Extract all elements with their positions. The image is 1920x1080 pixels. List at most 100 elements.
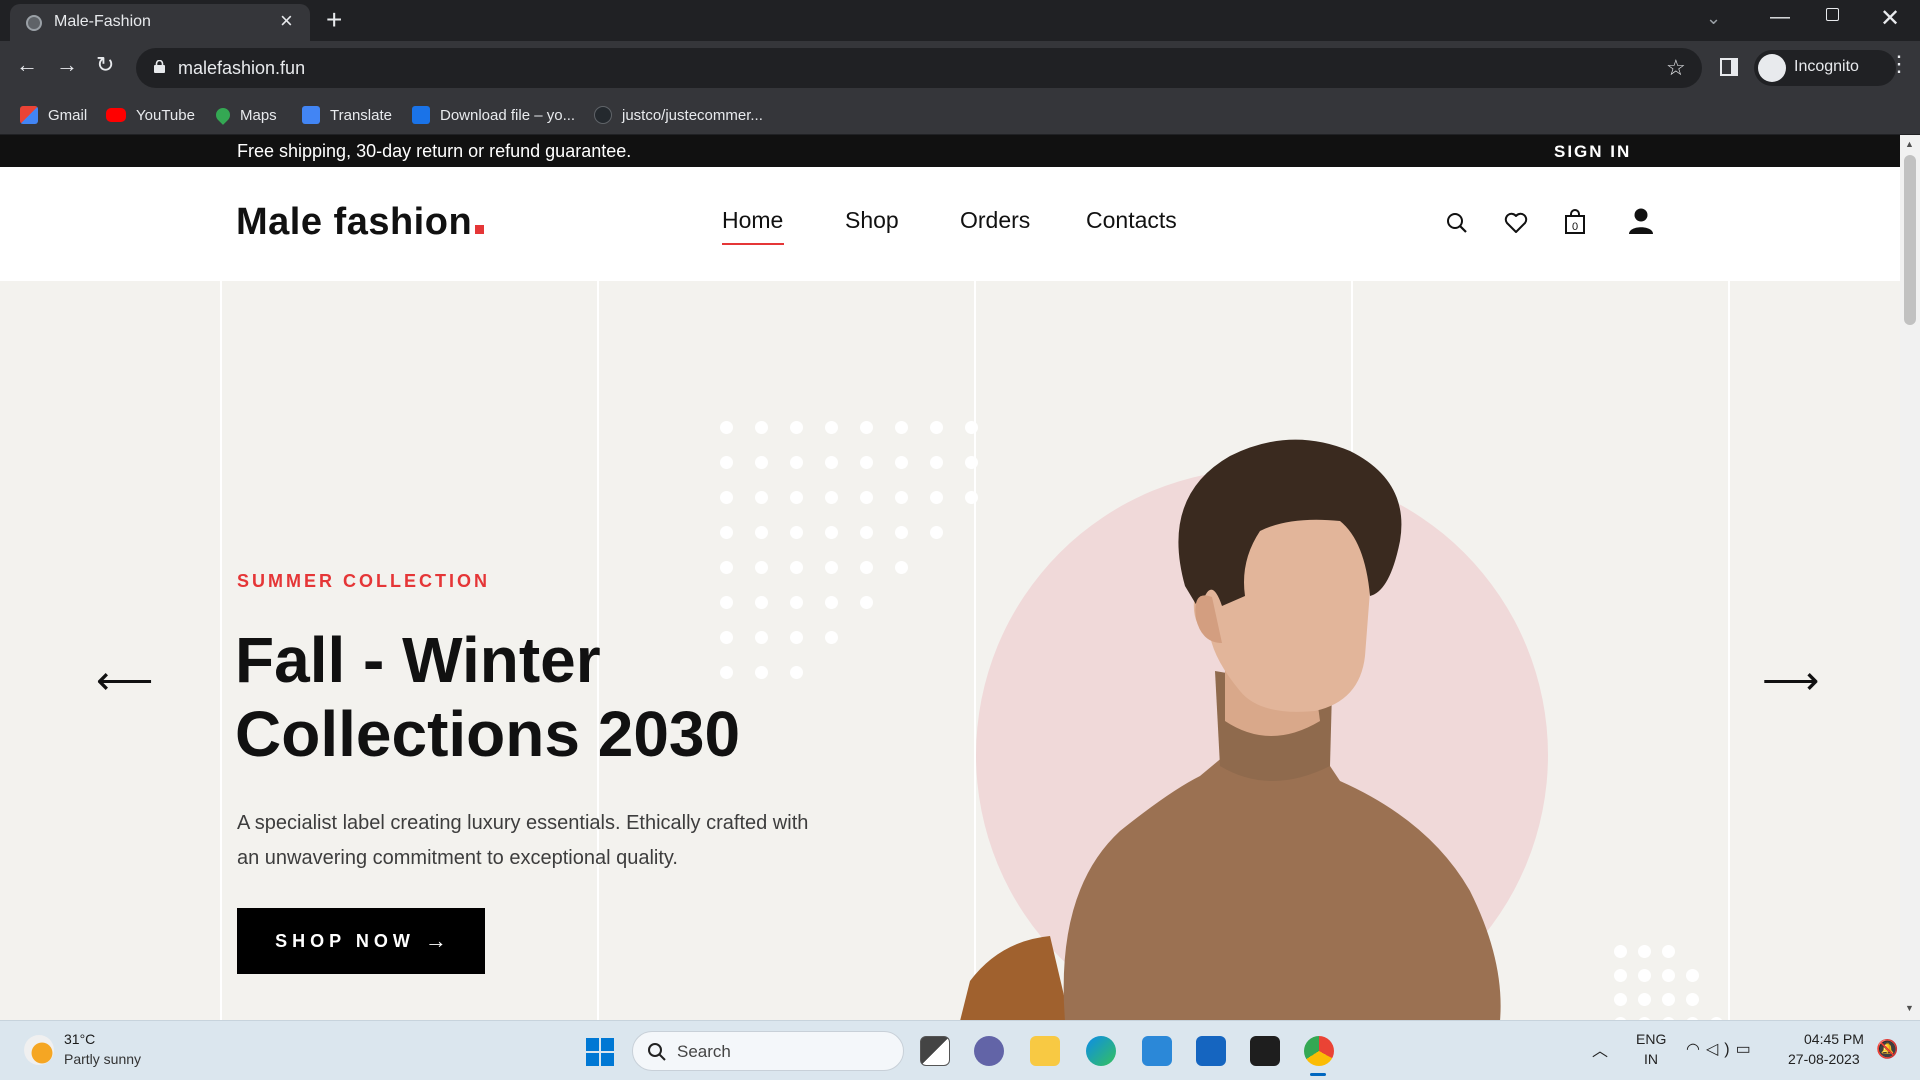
task-view-icon[interactable] (920, 1036, 950, 1066)
search-icon (648, 1043, 666, 1061)
wifi-icon[interactable]: ◠ (1686, 1041, 1706, 1058)
bookmark-label: YouTube (136, 106, 195, 124)
bookmark-download[interactable]: Download file – yo... (412, 103, 575, 127)
bookmark-maps[interactable]: Maps (213, 103, 277, 127)
browser-toolbar: ← → ↻ malefashion.fun ☆ Incognito ⋮ (0, 41, 1920, 95)
bookmarks-bar: Gmail YouTube Maps Translate Download fi… (0, 95, 1920, 135)
decorative-dot (1662, 993, 1675, 1006)
bookmark-translate[interactable]: Translate (302, 103, 392, 127)
nav-home[interactable]: Home (722, 207, 783, 234)
search-icon[interactable] (1446, 212, 1468, 234)
translate-icon (302, 106, 320, 124)
decorative-dot (720, 421, 733, 434)
url-text: malefashion.fun (178, 58, 306, 78)
decorative-dot (1662, 945, 1675, 958)
nav-orders[interactable]: Orders (960, 207, 1030, 234)
gmail-icon (20, 106, 38, 124)
clock-date[interactable]: 27-08-2023 (1788, 1051, 1860, 1067)
system-tray-icons[interactable]: ◠◁)▭ (1686, 1039, 1757, 1059)
decorative-dot (1686, 993, 1699, 1006)
decorative-dot (895, 561, 908, 574)
shop-now-button[interactable]: SHOP NOW → (237, 908, 485, 974)
taskbar-search[interactable]: Search (632, 1031, 904, 1071)
browser-menu-icon[interactable]: ⋮ (1888, 51, 1910, 77)
decorative-dot (720, 491, 733, 504)
decorative-dot (825, 421, 838, 434)
bookmark-gmail[interactable]: Gmail (20, 103, 87, 127)
slider-next-arrow-icon[interactable]: ⟶ (1762, 661, 1819, 701)
bookmark-star-icon[interactable]: ☆ (1666, 55, 1686, 81)
weather-temperature[interactable]: 31°C (64, 1031, 95, 1047)
scroll-up-icon[interactable]: ▲ (1905, 139, 1914, 149)
hero-headline: Fall - Winter Collections 2030 (235, 624, 741, 770)
tab-strip: Male-Fashion × + ⌄ — ✕ (0, 0, 1920, 41)
sign-in-link[interactable]: SIGN IN (1554, 142, 1631, 162)
back-button[interactable]: ← (16, 51, 38, 79)
tab-search-chevron-icon[interactable]: ⌄ (1706, 8, 1721, 29)
chrome-icon[interactable] (1304, 1036, 1334, 1066)
reload-button[interactable]: ↻ (96, 51, 114, 79)
decorative-dot (825, 491, 838, 504)
file-explorer-icon[interactable] (1030, 1036, 1060, 1066)
decorative-dot (720, 456, 733, 469)
scroll-thumb[interactable] (1904, 155, 1916, 325)
notepad-icon[interactable] (1142, 1036, 1172, 1066)
incognito-profile-button[interactable]: Incognito (1754, 50, 1896, 86)
page-scrollbar[interactable]: ▲ ▼ (1900, 135, 1920, 1020)
window-close-button[interactable]: ✕ (1880, 4, 1900, 33)
address-bar[interactable]: malefashion.fun ☆ (136, 48, 1702, 88)
bookmark-youtube[interactable]: YouTube (106, 103, 195, 127)
notification-bell-icon[interactable]: 🔕 (1876, 1039, 1898, 1060)
decorative-dot (895, 491, 908, 504)
decorative-dot (1686, 969, 1699, 982)
site-logo[interactable]: Male fashion (236, 201, 485, 244)
scroll-down-icon[interactable]: ▼ (1905, 1003, 1914, 1013)
bookmark-github[interactable]: justco/justecommer... (594, 103, 763, 127)
active-app-indicator (1310, 1073, 1326, 1076)
bookmark-label: Translate (330, 106, 392, 124)
minimize-button[interactable]: — (1770, 6, 1790, 29)
forward-button[interactable]: → (56, 51, 78, 79)
windows-taskbar: 31°C Partly sunny Search ︿ ENG IN ◠◁)▭ 0… (0, 1020, 1920, 1080)
browser-tab[interactable]: Male-Fashion × (10, 4, 310, 41)
heart-icon[interactable] (1504, 212, 1528, 234)
decorative-dot (825, 596, 838, 609)
show-hidden-icons-chevron-icon[interactable]: ︿ (1592, 1037, 1608, 1061)
shopping-bag-icon[interactable]: 0 (1564, 209, 1586, 235)
maps-icon (213, 105, 233, 125)
language-indicator[interactable]: ENG (1636, 1031, 1666, 1047)
nav-contacts[interactable]: Contacts (1086, 207, 1177, 234)
decorative-dot (720, 561, 733, 574)
decorative-dot (930, 456, 943, 469)
clock-time[interactable]: 04:45 PM (1804, 1031, 1864, 1047)
nav-shop[interactable]: Shop (845, 207, 899, 234)
bookmark-label: Download file – yo... (440, 106, 576, 124)
decorative-dot (895, 456, 908, 469)
decorative-dot (930, 421, 943, 434)
decorative-dot (825, 631, 838, 644)
decorative-dot (1614, 969, 1627, 982)
announcement-text: Free shipping, 30-day return or refund g… (237, 141, 632, 161)
microsoft-store-icon[interactable] (1196, 1036, 1226, 1066)
region-indicator[interactable]: IN (1644, 1051, 1658, 1067)
volume-icon[interactable]: ◁) (1706, 1041, 1736, 1058)
weather-icon[interactable] (24, 1035, 54, 1065)
close-tab-icon[interactable]: × (280, 9, 293, 33)
decorative-dot (1638, 969, 1651, 982)
user-account-icon[interactable] (1628, 207, 1654, 235)
windows-start-icon[interactable] (586, 1038, 614, 1066)
bookmark-label: Gmail (48, 106, 88, 124)
restore-button[interactable] (1826, 8, 1839, 21)
new-tab-button[interactable]: + (326, 6, 342, 34)
edge-icon[interactable] (1086, 1036, 1116, 1066)
decorative-dot (755, 456, 768, 469)
weather-description[interactable]: Partly sunny (64, 1051, 141, 1067)
slider-prev-arrow-icon[interactable]: ⟵ (96, 661, 153, 701)
terminal-icon[interactable] (1250, 1036, 1280, 1066)
side-panel-icon[interactable] (1720, 58, 1738, 76)
decorative-dot (930, 491, 943, 504)
search-placeholder: Search (677, 1042, 731, 1061)
logo-text: Male fashion (236, 201, 473, 243)
battery-icon[interactable]: ▭ (1736, 1041, 1757, 1058)
teams-chat-icon[interactable] (974, 1036, 1004, 1066)
